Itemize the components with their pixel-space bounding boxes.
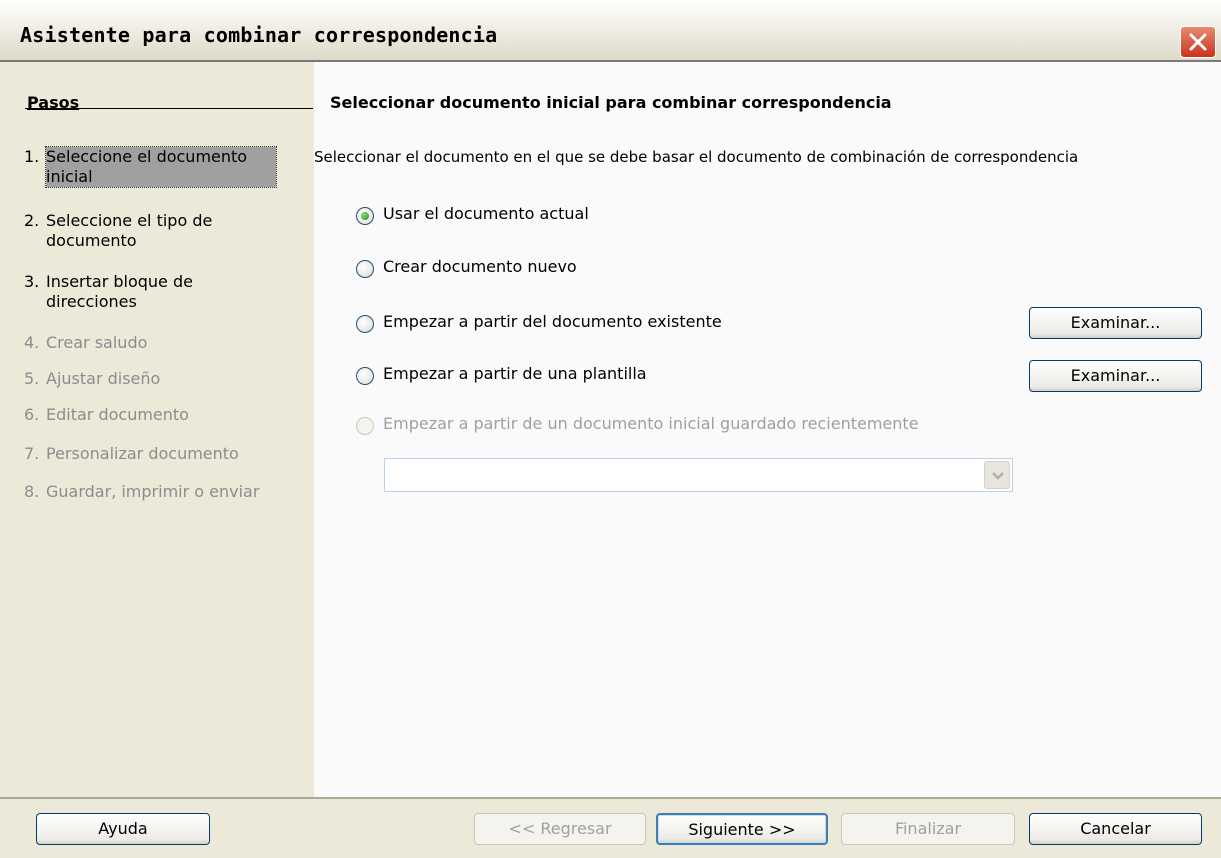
radio-template-label[interactable]: Empezar a partir de una plantilla (383, 364, 647, 383)
radio-recent-document-label: Empezar a partir de un documento inicial… (383, 414, 919, 433)
radio-use-current-label[interactable]: Usar el documento actual (383, 204, 589, 223)
recent-documents-select (384, 458, 1013, 492)
step-3[interactable]: 3. Insertar bloque de direcciones (24, 272, 304, 312)
step-4: 4. Crear saludo (24, 333, 148, 352)
close-button[interactable] (1180, 26, 1216, 58)
back-button: << Regresar (474, 813, 646, 845)
step-2[interactable]: 2. Seleccione el tipo de documento (24, 211, 304, 251)
next-button[interactable]: Siguiente >> (656, 813, 828, 845)
title-bar: Asistente para combinar correspondencia (0, 0, 1221, 62)
radio-existing-document[interactable] (356, 315, 374, 333)
radio-template[interactable] (356, 367, 374, 385)
close-icon (1189, 33, 1207, 51)
step-5: 5. Ajustar diseño (24, 369, 161, 388)
browse-template-button[interactable]: Examinar... (1029, 360, 1202, 392)
chevron-down-icon (992, 472, 1004, 480)
cancel-button[interactable]: Cancelar (1029, 813, 1202, 845)
steps-heading: Pasos (27, 93, 80, 112)
page-description: Seleccionar el documento en el que se de… (314, 148, 1079, 166)
step-1[interactable]: 1. Seleccione el documento inicial (24, 146, 304, 188)
radio-recent-document (356, 417, 374, 435)
browse-existing-button[interactable]: Examinar... (1029, 307, 1202, 339)
page-heading: Seleccionar documento inicial para combi… (330, 93, 892, 112)
step-6: 6. Editar documento (24, 405, 189, 424)
radio-use-current[interactable] (356, 207, 374, 225)
step-8: 8. Guardar, imprimir o enviar (24, 482, 260, 501)
steps-divider (25, 108, 313, 109)
window-title: Asistente para combinar correspondencia (20, 23, 498, 47)
dropdown-button (984, 461, 1010, 489)
finish-button: Finalizar (841, 813, 1015, 845)
radio-create-new-label[interactable]: Crear documento nuevo (383, 257, 577, 276)
radio-existing-document-label[interactable]: Empezar a partir del documento existente (383, 312, 722, 331)
radio-create-new[interactable] (356, 260, 374, 278)
step-7: 7. Personalizar documento (24, 444, 239, 463)
help-button[interactable]: Ayuda (36, 813, 210, 845)
